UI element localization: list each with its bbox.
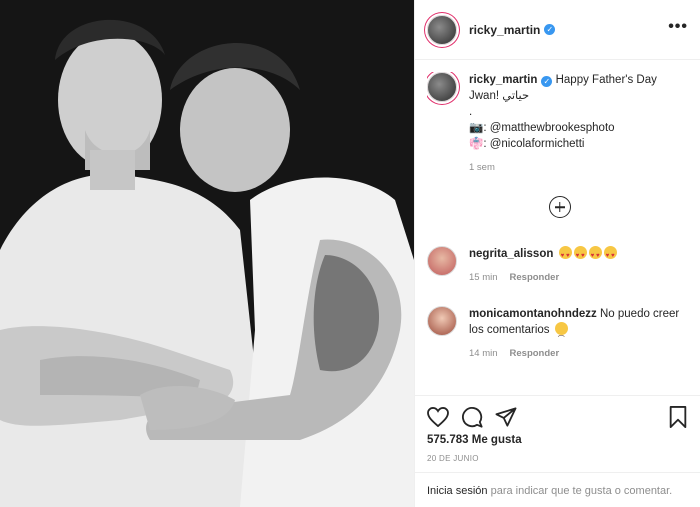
login-prompt-text: para indicar que te gusta o comentar. [490,485,673,497]
caption-credit-stylist[interactable]: : @nicolaformichetti [483,138,584,150]
more-options-icon[interactable]: ••• [668,18,688,36]
post-dialog: ricky_martin ✓ ••• ricky_martin ✓ Happy F… [0,0,700,507]
comment-icon[interactable] [461,406,483,428]
comment-time[interactable]: 14 min [469,348,498,359]
reply-button[interactable]: Responder [510,348,560,359]
post-actions: 575.783 Me gusta 20 de junio [415,395,700,463]
comment-time[interactable]: 15 min [469,272,498,283]
share-icon[interactable] [495,407,517,427]
caption-text-line2: Jwan! حياتي [469,90,530,102]
comment-avatar[interactable] [427,306,457,336]
post-date[interactable]: 20 de junio [427,454,688,463]
comment-username[interactable]: monicamontanohndezz [469,308,597,320]
caption-avatar[interactable] [427,72,457,102]
heart-icon[interactable] [427,407,449,427]
caption-time[interactable]: 1 sem [469,162,495,173]
heart-eyes-emoji-icon [588,246,602,264]
bookmark-icon[interactable] [668,406,688,428]
heart-eyes-emoji-icon [573,246,587,264]
comment-avatar[interactable] [427,246,457,276]
camera-emoji-icon: 📷 [469,122,484,134]
verified-badge-icon: ✓ [541,76,553,87]
kimono-emoji-icon: 👘 [469,138,484,150]
caption-username[interactable]: ricky_martin [469,74,537,86]
heart-eyes-emoji-icon [558,246,572,264]
comments-list: ricky_martin ✓ Happy Father's Day Jwan! ح… [427,72,692,388]
reply-button[interactable]: Responder [510,272,560,283]
author-avatar[interactable] [427,14,457,45]
comment-username[interactable]: negrita_alisson [469,248,553,260]
caption: ricky_martin ✓ Happy Father's Day Jwan! ح… [427,72,692,176]
comment-item: monicamontanohndezz No puedo creer los c… [427,306,692,362]
heart-eyes-emoji-icon [603,246,617,264]
plus-circle-icon[interactable] [548,196,571,218]
author-username[interactable]: ricky_martin [469,23,540,37]
caption-text-line1: Happy Father's Day [555,74,657,86]
login-link[interactable]: Inicia sesión [427,485,488,497]
sad-face-emoji-icon [554,322,568,343]
caption-credit-photographer[interactable]: : @matthewbrookesphoto [483,122,614,134]
post-photo[interactable] [0,0,414,507]
caption-dot: . [469,106,473,118]
post-sidebar: ricky_martin ✓ ••• ricky_martin ✓ Happy F… [414,0,700,507]
likes-count[interactable]: 575.783 Me gusta [427,434,688,446]
post-header: ricky_martin ✓ ••• [415,0,700,60]
comment-item: negrita_alisson 15 min Responder [427,246,692,286]
verified-badge-icon: ✓ [544,24,556,35]
login-prompt: Inicia sesión para indicar que te gusta … [415,472,700,499]
post-image [0,0,414,507]
